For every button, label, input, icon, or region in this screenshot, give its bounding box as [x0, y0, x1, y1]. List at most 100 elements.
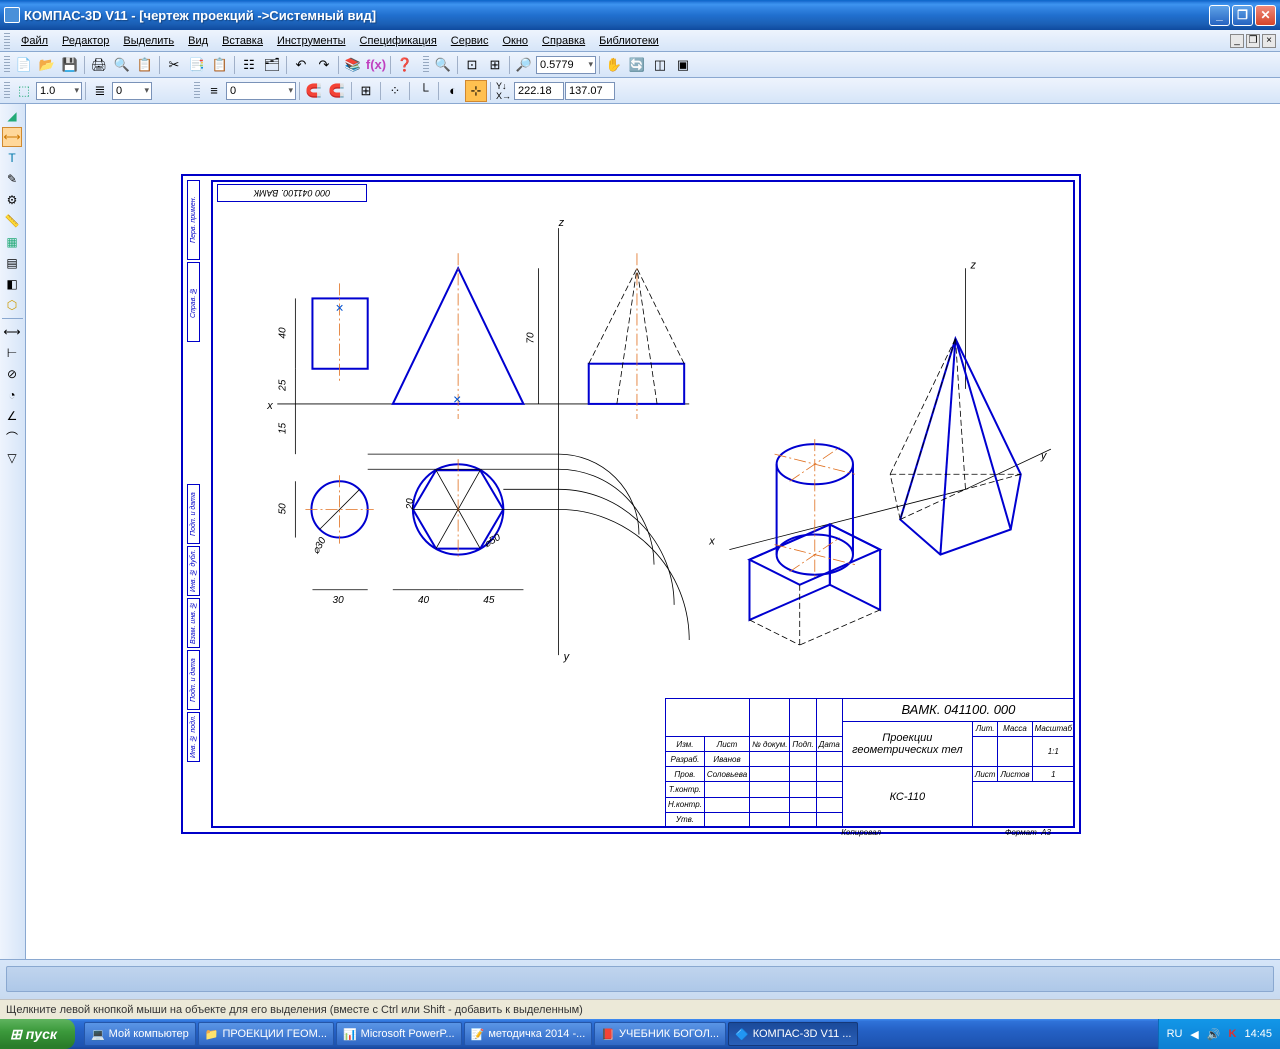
- status-text: Щелкните левой кнопкой мыши на объекте д…: [6, 1004, 583, 1016]
- select-panel-icon[interactable]: ▦: [2, 232, 22, 252]
- layer-icon[interactable]: ≣: [89, 80, 111, 102]
- status-icon[interactable]: ⬚: [13, 80, 35, 102]
- coord-x-input[interactable]: [514, 82, 564, 100]
- maximize-button[interactable]: ❐: [1232, 5, 1253, 26]
- mdi-close[interactable]: ×: [1262, 34, 1276, 48]
- svg-text:z: z: [558, 217, 565, 229]
- properties-button[interactable]: ☷: [238, 54, 260, 76]
- menu-window[interactable]: Окно: [495, 33, 535, 49]
- svg-text:40: 40: [277, 327, 288, 339]
- height-dim-icon[interactable]: ▽: [2, 448, 22, 468]
- zoom-window-button[interactable]: ⊞: [484, 54, 506, 76]
- menu-file[interactable]: Файл: [14, 33, 55, 49]
- round-button[interactable]: ◐: [442, 80, 464, 102]
- menu-edit[interactable]: Редактор: [55, 33, 116, 49]
- linestyle-combo[interactable]: 0: [226, 82, 296, 100]
- property-panel: [0, 959, 1280, 999]
- menu-help[interactable]: Справка: [535, 33, 592, 49]
- open-button[interactable]: 📂: [36, 54, 58, 76]
- snap-off-button[interactable]: 🧲: [326, 80, 348, 102]
- angle-dim-icon[interactable]: ∠: [2, 406, 22, 426]
- local-cs-button[interactable]: ⊹: [465, 80, 487, 102]
- grip[interactable]: [4, 33, 10, 49]
- minimize-button[interactable]: _: [1209, 5, 1230, 26]
- clock[interactable]: 14:45: [1244, 1028, 1272, 1040]
- menu-spec[interactable]: Спецификация: [353, 33, 444, 49]
- refresh-button[interactable]: 🔄: [626, 54, 648, 76]
- taskbar-item-active[interactable]: 🔷КОМПАС-3D V11 ...: [728, 1022, 858, 1046]
- coord-y-input[interactable]: [565, 82, 615, 100]
- save-button[interactable]: 💾: [59, 54, 81, 76]
- view-button[interactable]: ▣: [672, 54, 694, 76]
- tray-icon[interactable]: ◀: [1187, 1027, 1201, 1041]
- kopiroval-label: Копировал: [841, 828, 881, 837]
- grip[interactable]: [4, 82, 10, 100]
- linear-dim-icon[interactable]: ⊢: [2, 343, 22, 363]
- redo-button[interactable]: ↷: [313, 54, 335, 76]
- diameter-dim-icon[interactable]: ⊘: [2, 364, 22, 384]
- scale-combo[interactable]: 1.0: [36, 82, 82, 100]
- help-button[interactable]: ❓: [394, 54, 416, 76]
- mdi-minimize[interactable]: _: [1230, 34, 1244, 48]
- drawing-sheet: Перв. примен. Справ. № Подп. и дата Инв.…: [181, 174, 1081, 834]
- pan-button[interactable]: ✋: [603, 54, 625, 76]
- snap-on-button[interactable]: 🧲: [303, 80, 325, 102]
- geometry-panel-icon[interactable]: ◢: [2, 106, 22, 126]
- spec-panel-icon[interactable]: ▤: [2, 253, 22, 273]
- language-indicator[interactable]: RU: [1167, 1028, 1183, 1040]
- zoom-combo[interactable]: 0.5779: [536, 56, 596, 74]
- antivirus-icon[interactable]: K: [1225, 1027, 1239, 1041]
- menu-tools[interactable]: Инструменты: [270, 33, 353, 49]
- taskbar-item[interactable]: 📕УЧЕБНИК БОГОЛ...: [594, 1022, 726, 1046]
- new-button[interactable]: 📄: [13, 54, 35, 76]
- library-button[interactable]: 📚: [342, 54, 364, 76]
- grip[interactable]: [194, 82, 200, 100]
- taskbar-item[interactable]: 📊Microsoft PowerP...: [336, 1022, 462, 1046]
- views-panel-icon[interactable]: ◧: [2, 274, 22, 294]
- layer-combo[interactable]: 0: [112, 82, 152, 100]
- copy-button[interactable]: 📑: [186, 54, 208, 76]
- paste-button[interactable]: 📋: [209, 54, 231, 76]
- print-setup-button[interactable]: 📋: [134, 54, 156, 76]
- svg-text:⌀50: ⌀50: [482, 532, 503, 550]
- menu-insert[interactable]: Вставка: [215, 33, 270, 49]
- menu-select[interactable]: Выделить: [116, 33, 181, 49]
- svg-text:25: 25: [277, 379, 288, 392]
- variables-button[interactable]: f(x): [365, 54, 387, 76]
- tray-icon[interactable]: 🔊: [1206, 1027, 1220, 1041]
- taskbar-item[interactable]: 📁ПРОЕКЦИИ ГЕОМ...: [198, 1022, 334, 1046]
- linestyle-icon[interactable]: ≡: [203, 80, 225, 102]
- zoom-in-button[interactable]: 🔍: [432, 54, 454, 76]
- taskbar-item[interactable]: 📝методичка 2014 -...: [464, 1022, 593, 1046]
- taskbar-item[interactable]: 💻Мой компьютер: [84, 1022, 196, 1046]
- grip[interactable]: [4, 56, 10, 74]
- property-inner[interactable]: [6, 966, 1274, 992]
- zoom-prev-button[interactable]: 🔎: [513, 54, 535, 76]
- orient-button[interactable]: ◫: [649, 54, 671, 76]
- ortho-button[interactable]: └: [413, 80, 435, 102]
- menu-view[interactable]: Вид: [181, 33, 215, 49]
- tree-button[interactable]: 🗂: [261, 54, 283, 76]
- auto-dim-icon[interactable]: ⟷: [2, 322, 22, 342]
- edit-panel-icon[interactable]: ✎: [2, 169, 22, 189]
- undo-button[interactable]: ↶: [290, 54, 312, 76]
- associative-panel-icon[interactable]: ⬡: [2, 295, 22, 315]
- print-button[interactable]: 🖨: [88, 54, 110, 76]
- zoom-fit-button[interactable]: ⊡: [461, 54, 483, 76]
- menu-service[interactable]: Сервис: [444, 33, 496, 49]
- menu-libs[interactable]: Библиотеки: [592, 33, 666, 49]
- dimensions-panel-icon[interactable]: ⟷: [2, 127, 22, 147]
- measure-panel-icon[interactable]: 📏: [2, 211, 22, 231]
- arc-dim-icon[interactable]: ⌒: [2, 427, 22, 447]
- labels-panel-icon[interactable]: T: [2, 148, 22, 168]
- grid-button[interactable]: ⊞: [355, 80, 377, 102]
- grip[interactable]: [423, 56, 429, 74]
- cut-button[interactable]: ✂: [163, 54, 185, 76]
- preview-button[interactable]: 🔍: [111, 54, 133, 76]
- close-button[interactable]: ✕: [1255, 5, 1276, 26]
- mdi-restore[interactable]: ❐: [1246, 34, 1260, 48]
- params-panel-icon[interactable]: ⚙: [2, 190, 22, 210]
- canvas[interactable]: Перв. примен. Справ. № Подп. и дата Инв.…: [26, 104, 1280, 959]
- radial-dim-icon[interactable]: ◔: [2, 385, 22, 405]
- grid-nodes-button[interactable]: ⁘: [384, 80, 406, 102]
